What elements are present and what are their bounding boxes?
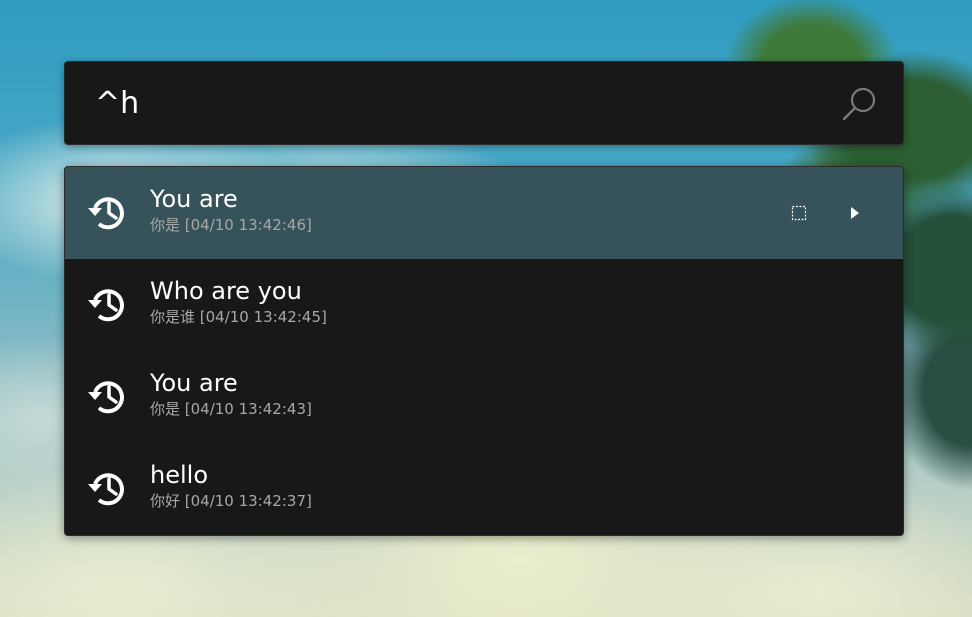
- result-subtitle: 你是谁 [04/10 13:42:45]: [150, 308, 327, 326]
- results-list: You are 你是 [04/10 13:42:46] Who are you …: [64, 166, 904, 536]
- result-item[interactable]: Who are you 你是谁 [04/10 13:42:45]: [65, 259, 903, 351]
- history-icon: [88, 289, 124, 322]
- result-item[interactable]: You are 你是 [04/10 13:42:43]: [65, 351, 903, 443]
- history-icon: [88, 473, 124, 506]
- result-subtitle: 你是 [04/10 13:42:43]: [150, 400, 312, 418]
- copy-icon[interactable]: [791, 205, 807, 221]
- search-input[interactable]: [95, 80, 815, 126]
- result-subtitle: 你好 [04/10 13:42:37]: [150, 492, 312, 510]
- history-icon: [88, 381, 124, 414]
- chevron-right-icon[interactable]: [847, 205, 863, 221]
- search-icon[interactable]: [839, 84, 879, 124]
- result-item[interactable]: hello 你好 [04/10 13:42:37]: [65, 443, 903, 535]
- result-title: hello: [150, 461, 208, 489]
- result-title: Who are you: [150, 277, 302, 305]
- result-title: You are: [150, 185, 238, 213]
- result-item[interactable]: You are 你是 [04/10 13:42:46]: [65, 167, 903, 259]
- history-icon: [88, 197, 124, 230]
- result-subtitle: 你是 [04/10 13:42:46]: [150, 216, 312, 234]
- result-title: You are: [150, 369, 238, 397]
- desktop-wallpaper: You are 你是 [04/10 13:42:46] Who are you …: [0, 0, 972, 617]
- launcher-window: You are 你是 [04/10 13:42:46] Who are you …: [64, 61, 904, 536]
- search-bar: [64, 61, 904, 145]
